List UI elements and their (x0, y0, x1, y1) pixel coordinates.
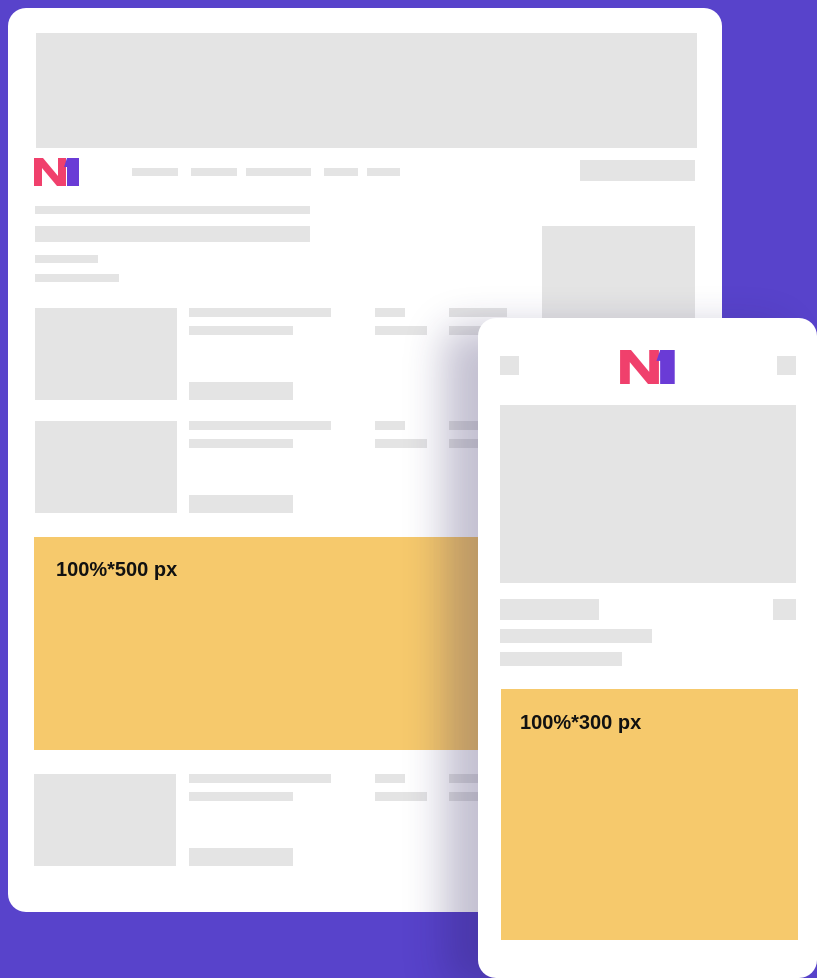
button-placeholder[interactable] (189, 848, 293, 866)
headline-placeholder (500, 599, 599, 620)
n1-logo (620, 350, 675, 384)
nav-item-placeholder[interactable] (367, 168, 400, 176)
button-placeholder[interactable] (189, 495, 293, 513)
text-line-placeholder (375, 421, 405, 430)
main-image-placeholder[interactable] (500, 405, 796, 583)
article-thumbnail-placeholder[interactable] (34, 774, 176, 866)
text-line-placeholder (189, 774, 331, 783)
text-line-placeholder (189, 439, 293, 448)
text-line-placeholder (375, 308, 405, 317)
article-thumbnail-placeholder[interactable] (35, 421, 177, 513)
nav-item-placeholder[interactable] (246, 168, 311, 176)
text-line-placeholder (375, 326, 427, 335)
text-line-placeholder (449, 308, 507, 317)
search-placeholder[interactable] (580, 160, 695, 181)
desktop-ad-banner: 100%*500 px (34, 537, 504, 750)
share-icon[interactable] (773, 599, 796, 620)
button-placeholder[interactable] (189, 382, 293, 400)
text-line-placeholder (189, 421, 331, 430)
text-line-placeholder (35, 255, 98, 263)
nav-item-placeholder[interactable] (191, 168, 237, 176)
headline-placeholder (35, 226, 310, 242)
text-line-placeholder (375, 439, 427, 448)
text-line-placeholder (500, 629, 652, 643)
ad-size-label: 100%*300 px (520, 712, 642, 734)
text-line-placeholder (375, 774, 405, 783)
text-line-placeholder (189, 792, 293, 801)
text-line-placeholder (500, 652, 622, 666)
nav-item-placeholder[interactable] (324, 168, 358, 176)
header-banner-placeholder (36, 33, 697, 148)
text-line-placeholder (35, 274, 119, 282)
mobile-mockup: 100%*300 px (478, 318, 817, 978)
text-line-placeholder (35, 206, 310, 214)
nav-item-placeholder[interactable] (132, 168, 178, 176)
article-thumbnail-placeholder[interactable] (35, 308, 177, 400)
text-line-placeholder (189, 308, 331, 317)
mobile-ad-banner: 100%*300 px (501, 689, 798, 940)
menu-icon[interactable] (500, 356, 519, 375)
text-line-placeholder (375, 792, 427, 801)
search-icon[interactable] (777, 356, 796, 375)
ad-size-label: 100%*500 px (56, 559, 178, 581)
n1-logo (34, 158, 79, 186)
text-line-placeholder (189, 326, 293, 335)
